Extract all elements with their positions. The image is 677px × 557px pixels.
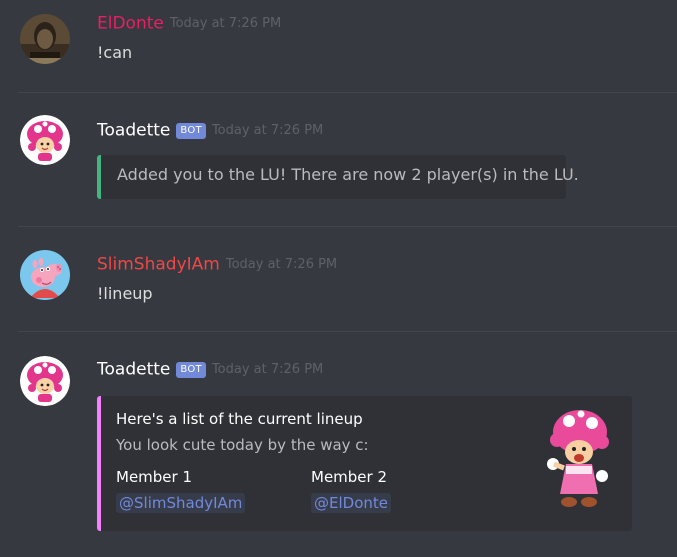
timestamp: Today at 7:26 PM: [225, 256, 338, 272]
embed-title: Here's a list of the current lineup: [116, 410, 363, 428]
bot-tag: BOT: [176, 122, 206, 139]
toadette-avatar-icon: [20, 115, 70, 165]
peppa-pig-avatar-icon: [20, 250, 70, 300]
bot-avatar[interactable]: [20, 115, 70, 165]
toadette-thumbnail-icon: [547, 410, 609, 507]
message-group: Toadette BOT Today at 7:26 PM Added you to…: [0, 93, 677, 226]
timestamp: Today at 7:26 PM: [211, 122, 324, 138]
message-header: ElDonte Today at 7:26 PM: [97, 12, 281, 35]
embed-field: Member 1 @SlimShadyIAm: [116, 468, 246, 513]
embed-field-name: Member 2: [311, 468, 388, 486]
username[interactable]: Toadette: [97, 360, 170, 380]
user-mention[interactable]: @SlimShadyIAm: [116, 493, 246, 513]
message-header: SlimShadyIAm Today at 7:26 PM: [97, 253, 337, 276]
embed-field-name: Member 1: [116, 468, 193, 486]
embed: Added you to the LU! There are now 2 pla…: [97, 155, 579, 199]
message-group: Toadette BOT Today at 7:26 PM Here's a lis…: [0, 332, 677, 557]
embed-field: Member 2 @ElDonte: [311, 468, 391, 513]
bot-tag: BOT: [176, 361, 206, 378]
message-header: Toadette BOT Today at 7:26 PM: [97, 358, 323, 381]
message-header: Toadette BOT Today at 7:26 PM: [97, 119, 323, 142]
message-text: !can: [97, 43, 133, 62]
chat-messages: ElDonte Today at 7:26 PM !can Toadette B…: [0, 0, 677, 557]
timestamp: Today at 7:26 PM: [211, 361, 324, 377]
embed-description: Added you to the LU! There are now 2 pla…: [117, 165, 579, 184]
user-avatar[interactable]: [20, 14, 70, 64]
message-group: SlimShadyIAm Today at 7:26 PM !lineup: [0, 227, 677, 331]
bot-avatar[interactable]: [20, 356, 70, 406]
user-avatar[interactable]: [20, 250, 70, 300]
dark-portrait-avatar-icon: [20, 14, 70, 64]
username[interactable]: Toadette: [97, 121, 170, 141]
embed-description: You look cute today by the way c:: [116, 436, 369, 454]
username[interactable]: SlimShadyIAm: [97, 255, 220, 275]
embed-thumbnail[interactable]: [536, 406, 618, 514]
embed: Here's a list of the current lineup You …: [97, 396, 632, 531]
username[interactable]: ElDonte: [97, 14, 164, 34]
user-mention[interactable]: @ElDonte: [311, 493, 391, 513]
message-group: ElDonte Today at 7:26 PM !can: [0, 0, 677, 92]
toadette-avatar-icon: [20, 356, 70, 406]
message-text: !lineup: [97, 284, 153, 303]
timestamp: Today at 7:26 PM: [169, 15, 282, 31]
